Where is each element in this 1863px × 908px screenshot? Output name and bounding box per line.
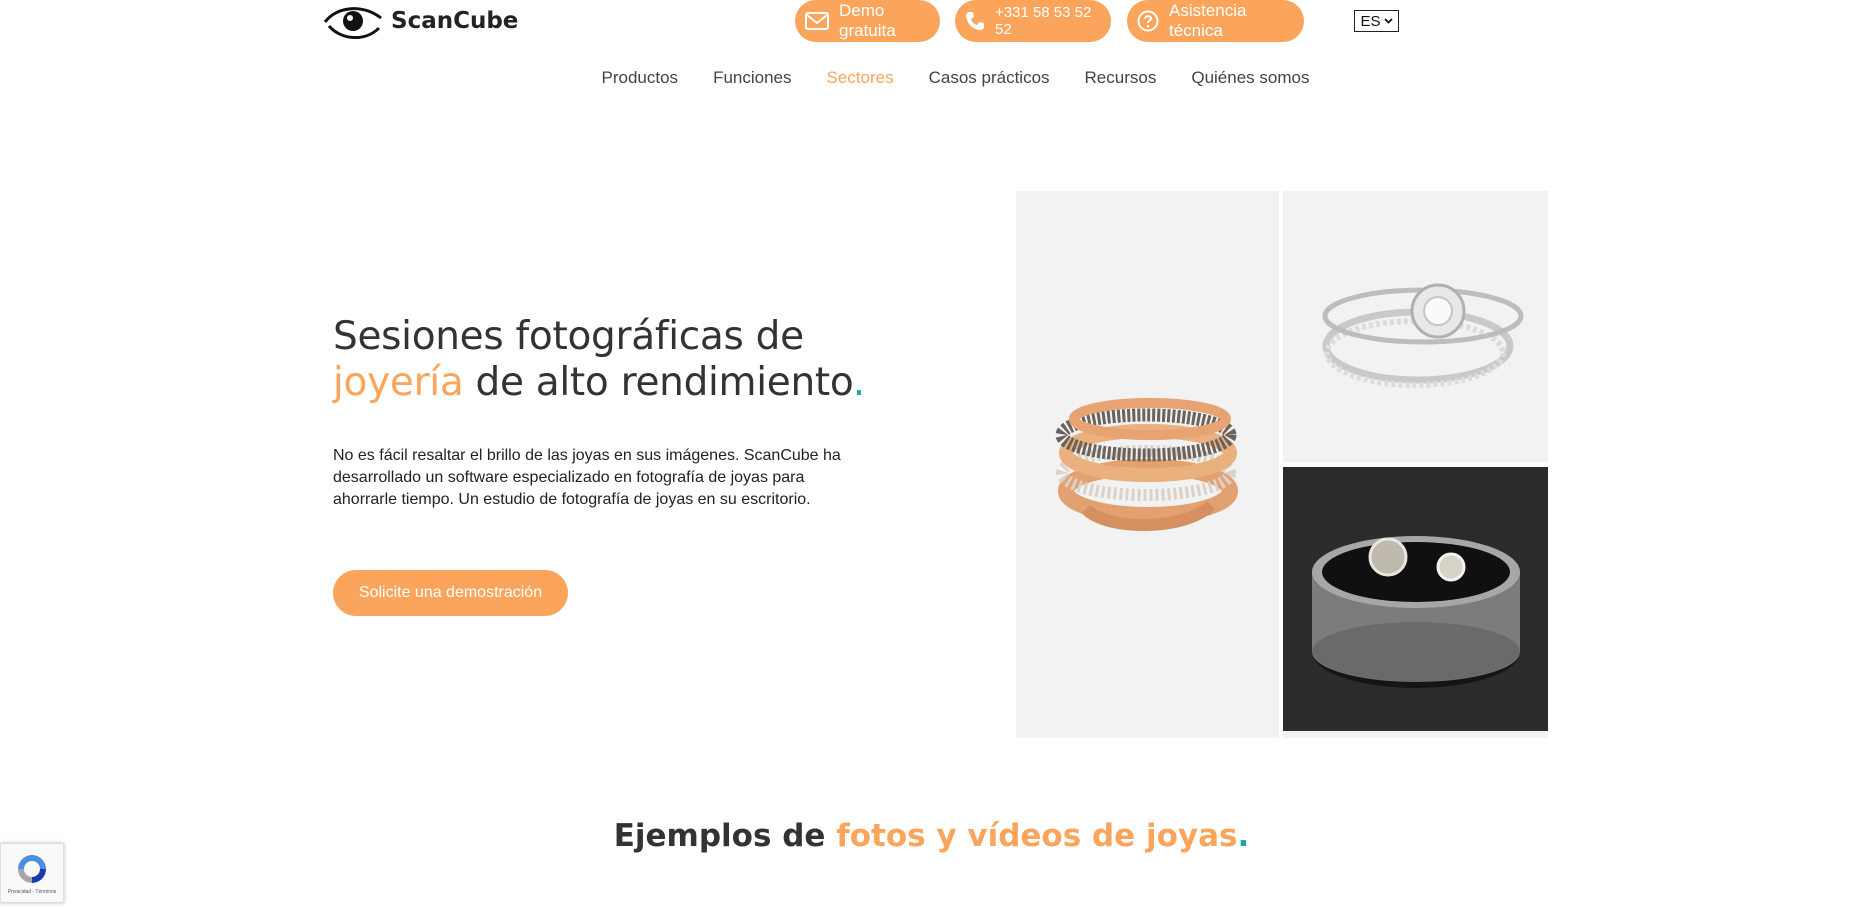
earrings-in-tin-image [1283,467,1548,731]
diamond-ring-image [1283,191,1548,462]
eye-logo-icon [323,7,382,39]
demo-button-label: Demo gratuita [839,1,896,40]
phone-number: +331 58 53 52 52 [995,4,1092,38]
examples-section-title: Ejemplos de fotos y vídeos de joyas. [0,818,1863,854]
support-button-label: Asistencia técnica [1169,1,1247,40]
nav-item-casos-practicos[interactable]: Casos prácticos [929,68,1050,88]
nav-item-recursos[interactable]: Recursos [1085,68,1157,88]
hero-title-dot: . [852,360,865,405]
nav-item-sectores[interactable]: Sectores [827,68,894,88]
hero-title-line1: Sesiones fotográficas de [333,314,804,359]
question-icon [1137,10,1159,32]
recaptcha-icon [18,855,46,883]
support-button[interactable]: Asistencia técnica [1127,0,1304,42]
request-demo-button[interactable]: Solicite una demostración [333,570,568,616]
examples-title-dot: . [1237,818,1250,854]
phone-icon [966,12,984,30]
request-demo-label: Solicite una demostración [358,584,543,601]
recaptcha-links[interactable]: Privacidad - Términos [8,889,57,895]
examples-title-accent: fotos y vídeos de joyas [836,818,1238,854]
hero-title-accent: joyería [333,360,464,405]
gallery-spacer [1283,731,1548,738]
envelope-icon [805,12,829,30]
hero-description: No es fácil resaltar el brillo de las jo… [333,447,841,508]
demo-button[interactable]: Demo gratuita [795,0,940,42]
nav-item-productos[interactable]: Productos [602,68,679,88]
language-value: ES [1360,12,1381,30]
hero-title: Sesiones fotográficas de joyería de alto… [333,314,865,406]
nav-item-funciones[interactable]: Funciones [713,68,791,88]
nav-item-quienes-somos[interactable]: Quiénes somos [1191,68,1309,88]
brand-logo[interactable]: ScanCube [323,0,518,42]
chevron-down-icon [1383,18,1393,24]
hero-title-rest: de alto rendimiento [463,360,854,405]
stacked-rings-image [1016,191,1279,738]
language-select[interactable]: ES [1354,10,1399,32]
main-nav: Productos Funciones Sectores Casos práct… [0,68,1863,88]
recaptcha-badge[interactable]: Privacidad - Términos [0,843,64,903]
examples-title-start: Ejemplos de [613,818,837,854]
phone-button[interactable]: +331 58 53 52 52 [955,0,1111,42]
brand-name: ScanCube [391,8,519,34]
